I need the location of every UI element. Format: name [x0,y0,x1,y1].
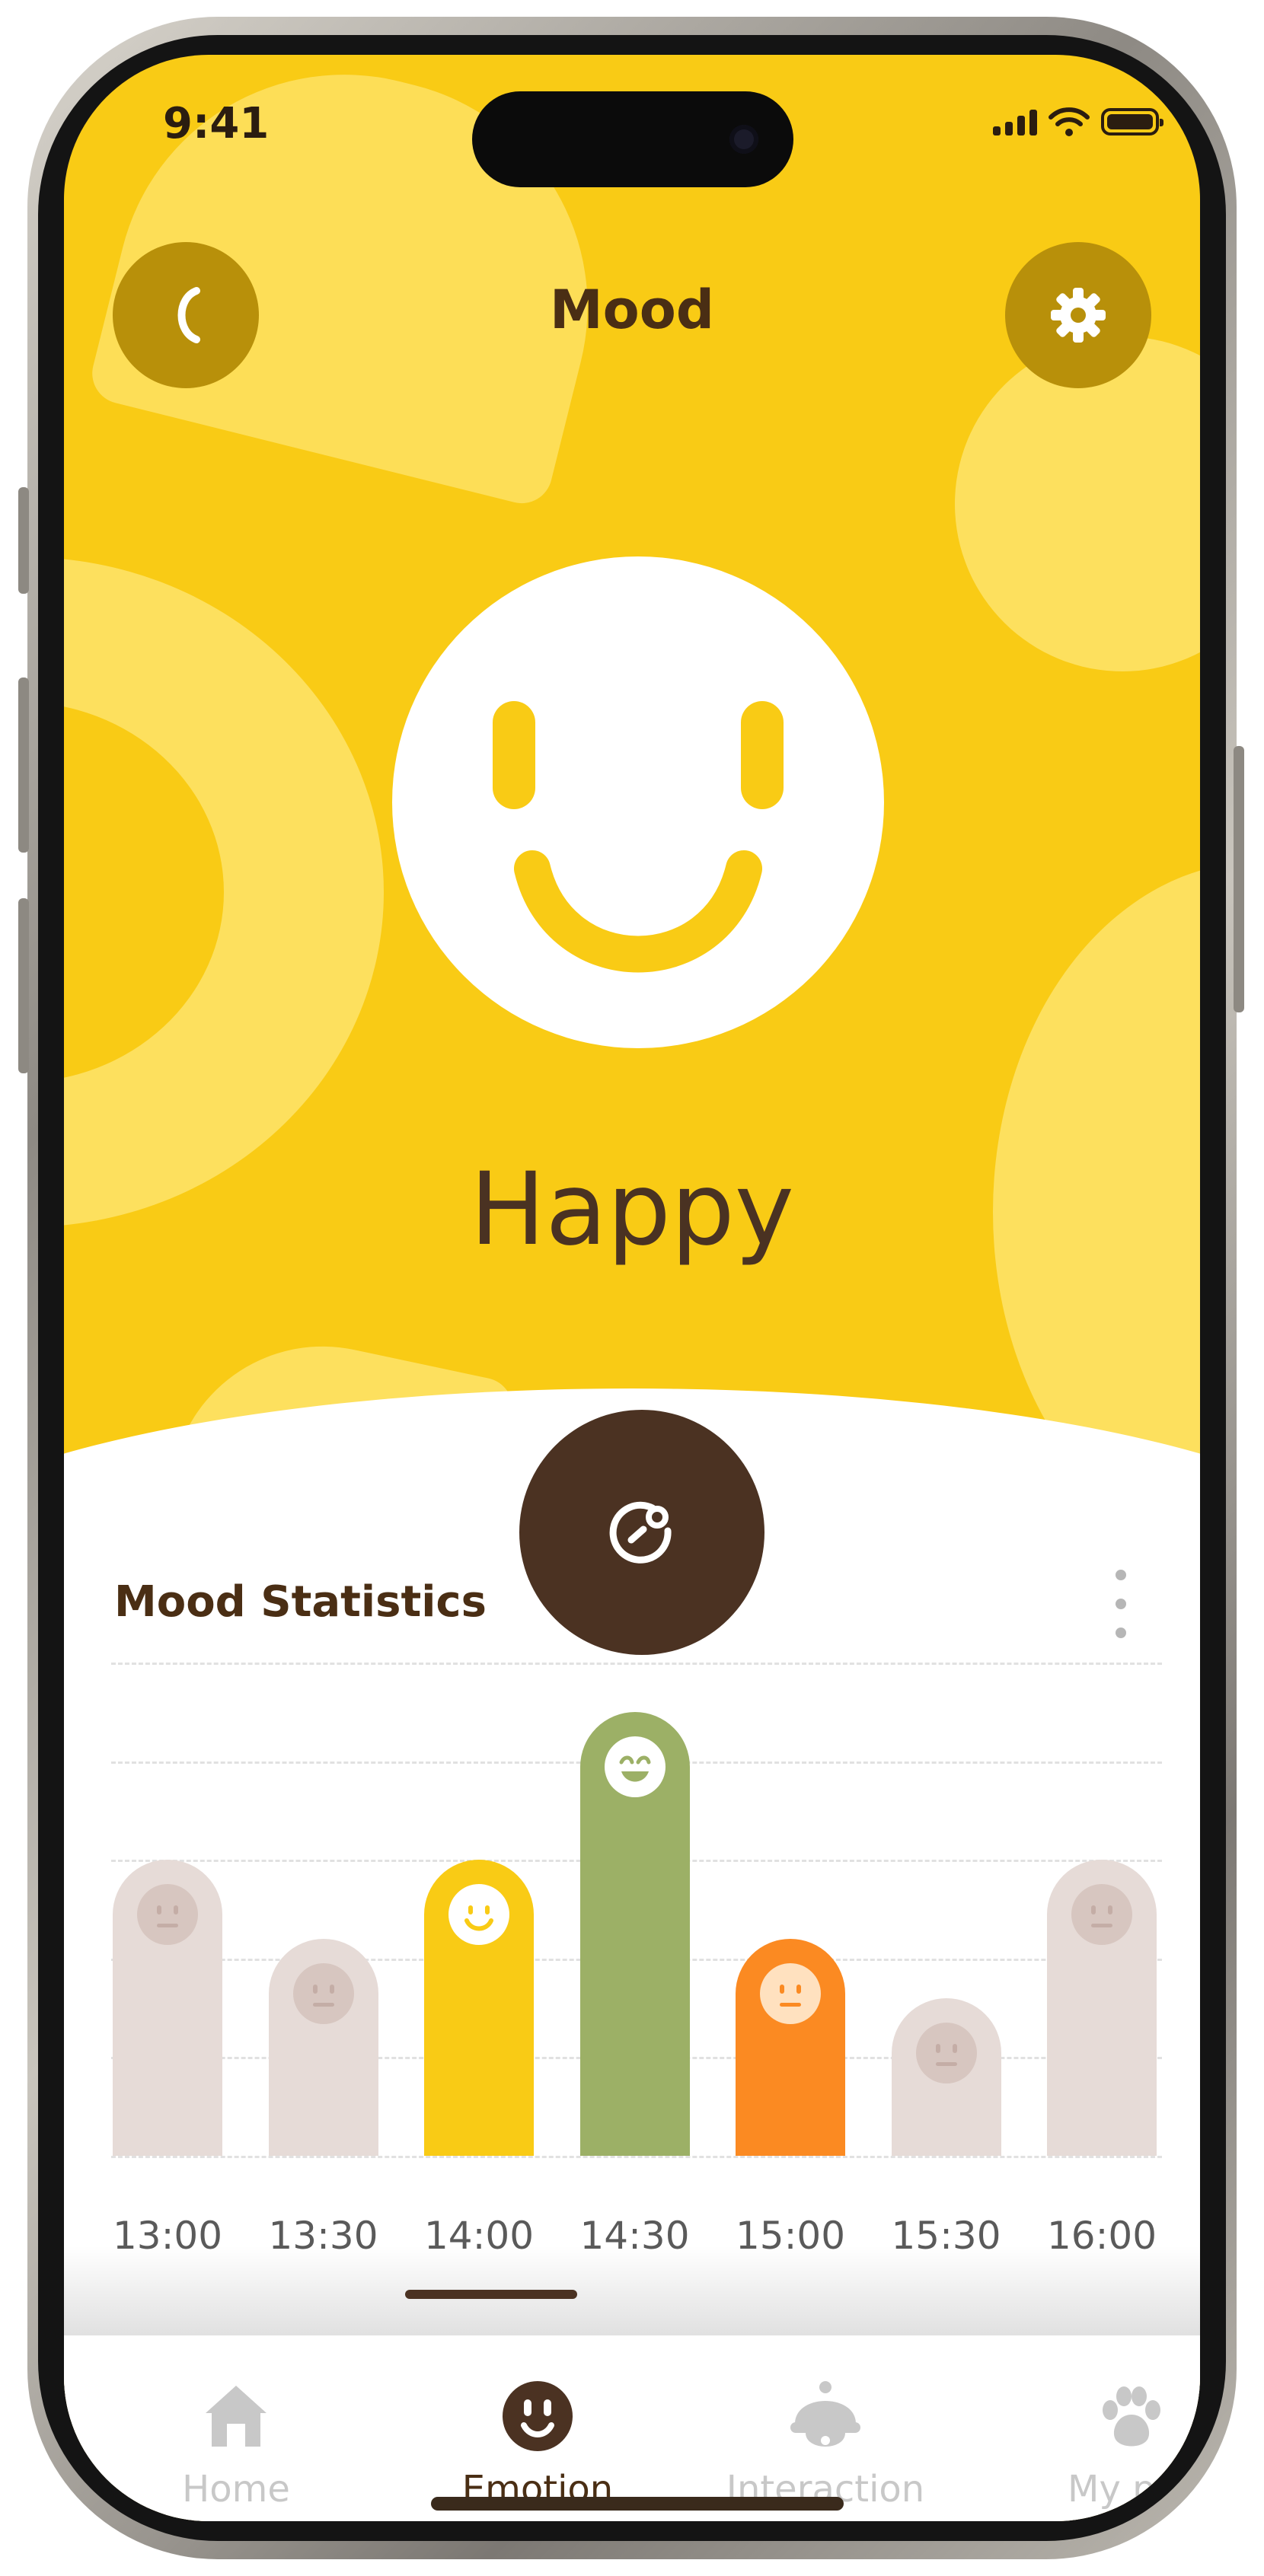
chart-bar[interactable] [736,1938,845,2156]
power-button [1234,746,1244,1012]
mood-scan-button[interactable] [519,1410,764,1655]
tabbar-shadow [64,2246,1200,2337]
tab-my-pet[interactable]: My pet [1016,2335,1200,2518]
very-happy-mood-icon [604,1736,666,1797]
status-time: 9:41 [163,99,270,148]
tab-interaction[interactable]: Interaction [711,2335,940,2518]
tab-bar: Home Emotion Interaction My pet [64,2335,1200,2521]
happy-face-icon [392,556,884,1048]
chart-gridline [111,1663,1162,1665]
tab-home[interactable]: Home [122,2335,350,2518]
face-left-eye [493,701,535,809]
chart-bar[interactable] [113,1860,222,2156]
smiley-icon [500,2378,576,2454]
happy-mood-icon [448,1884,509,1946]
sheet-drag-handle[interactable] [405,2290,577,2299]
bell-icon [787,2378,863,2454]
mood-scan-icon [609,1501,672,1564]
battery-icon [1101,108,1163,135]
paw-icon [1092,2378,1168,2454]
action-button [18,487,29,594]
chart-bar[interactable] [891,1997,1001,2156]
stats-title: Mood Statistics [114,1577,487,1627]
mood-label: Happy [470,1151,794,1268]
face-mouth [514,850,762,973]
meh-mood-icon [760,1962,821,2024]
face-right-eye [741,701,784,809]
neutral-mood-icon [915,2022,977,2083]
house-icon [198,2378,274,2454]
chart-bar[interactable] [579,1711,690,2156]
gear-icon [1051,288,1106,343]
neutral-mood-icon [292,1962,354,2024]
chart-bar[interactable] [1047,1860,1157,2156]
volume-down-button [18,898,29,1073]
tab-my-pet-label: My pet [1068,2468,1192,2511]
wifi-icon [1049,107,1090,136]
chart-gridline [111,2156,1162,2158]
tab-emotion[interactable]: Emotion [423,2335,652,2518]
status-indicators [993,107,1163,137]
signal-icon [993,108,1037,135]
camera-icon [729,125,758,154]
chart-bar[interactable] [424,1860,534,2156]
chart-bar[interactable] [268,1938,378,2156]
tab-home-label: Home [182,2468,290,2511]
dynamic-island [472,91,793,187]
volume-up-button [18,677,29,853]
app-screen: 9:41 Mood Happy Mood Statistics 13:00 13… [64,55,1200,2521]
neutral-mood-icon [137,1884,198,1946]
settings-button[interactable] [1005,242,1151,388]
home-indicator[interactable] [431,2497,844,2511]
neutral-mood-icon [1071,1884,1132,1946]
more-options-icon[interactable] [1106,1570,1136,1638]
